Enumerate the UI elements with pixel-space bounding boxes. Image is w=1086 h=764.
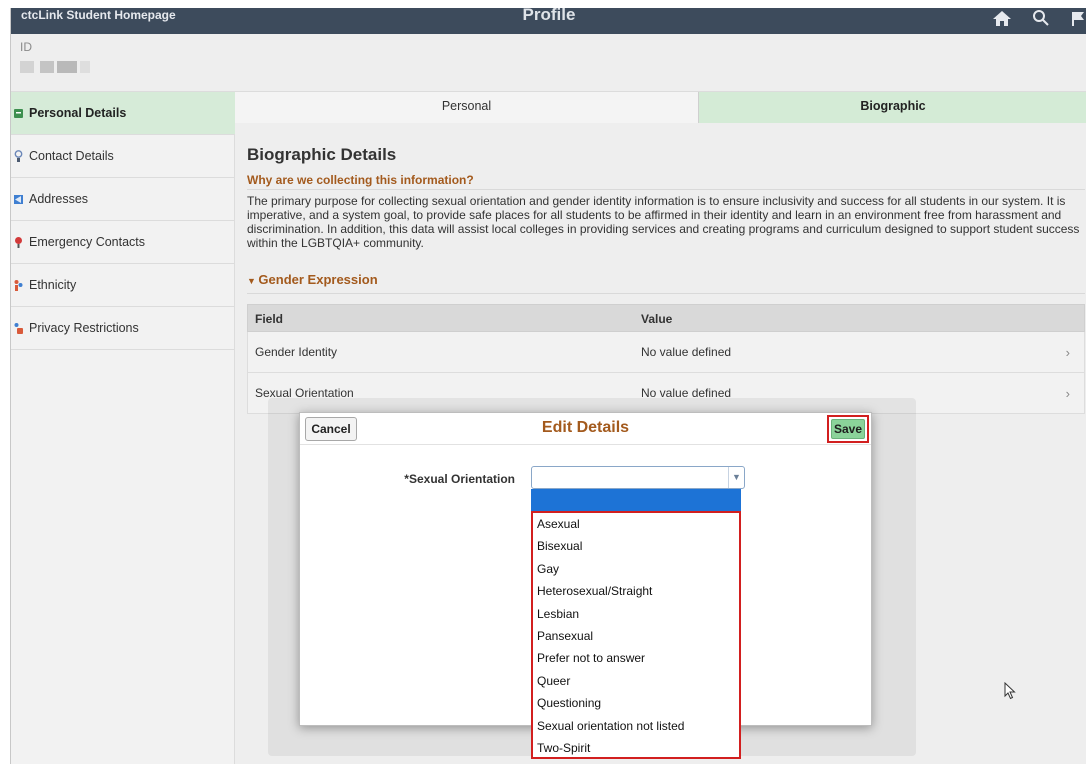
purpose-text: The primary purpose for collecting sexua…	[247, 194, 1080, 250]
sidebar-item-label: Emergency Contacts	[29, 235, 146, 249]
dropdown-option[interactable]: Asexual	[533, 513, 739, 535]
divider	[247, 293, 1085, 294]
sidebar-item-label: Ethnicity	[29, 278, 77, 292]
collapse-triangle-icon: ▼	[247, 276, 259, 286]
dropdown-option-blank[interactable]	[531, 489, 741, 511]
dropdown-option[interactable]: Questioning	[533, 692, 739, 714]
column-header-value: Value	[641, 312, 673, 326]
dropdown-option[interactable]: Lesbian	[533, 603, 739, 625]
grid-row-gender-identity[interactable]: Gender Identity No value defined ›	[247, 332, 1085, 373]
redacted-id-block	[40, 61, 54, 73]
contact-details-icon	[14, 149, 23, 162]
redacted-id-block	[57, 61, 77, 73]
sidebar-item-label: Personal Details	[29, 106, 127, 120]
dropdown-option[interactable]: Bisexual	[533, 535, 739, 557]
sidebar-item-emergency-contacts[interactable]: Emergency Contacts	[11, 221, 235, 264]
sidebar-nav: Personal Details Contact Details Address…	[11, 92, 235, 764]
gender-expression-toggle[interactable]: ▼ Gender Expression	[247, 272, 378, 287]
redacted-id-block	[20, 61, 34, 73]
flag-icon[interactable]	[1069, 10, 1086, 26]
sexual-orientation-select[interactable]: ▼	[531, 466, 745, 489]
profile-tabs: Personal Biographic	[235, 92, 1086, 123]
sidebar-item-personal-details[interactable]: Personal Details	[11, 92, 235, 135]
edit-details-modal: Cancel Edit Details Save *Sexual Orienta…	[299, 412, 872, 759]
dropdown-options-list: Asexual Bisexual Gay Heterosexual/Straig…	[531, 511, 741, 759]
save-button-highlight: Save	[827, 415, 869, 443]
sidebar-item-label: Contact Details	[29, 149, 114, 163]
student-id-bar: ID	[11, 34, 1086, 92]
ethnicity-icon	[14, 279, 23, 291]
personal-details-icon	[14, 108, 23, 118]
sexual-orientation-dropdown: Asexual Bisexual Gay Heterosexual/Straig…	[531, 489, 741, 759]
dropdown-option[interactable]: Heterosexual/Straight	[533, 580, 739, 602]
gender-expression-label: Gender Expression	[258, 272, 378, 287]
modal-header: Cancel Edit Details Save	[300, 413, 871, 445]
sidebar-item-privacy-restrictions[interactable]: Privacy Restrictions	[11, 307, 235, 350]
column-header-field: Field	[255, 312, 284, 326]
dropdown-option[interactable]: Gay	[533, 558, 739, 580]
mouse-cursor-icon	[1004, 682, 1016, 700]
chevron-right-icon: ›	[1065, 386, 1070, 401]
field-value: No value defined	[641, 345, 732, 359]
dropdown-option[interactable]: Two-Spirit	[533, 737, 739, 759]
sidebar-item-label: Addresses	[29, 192, 89, 206]
emergency-contacts-icon	[15, 236, 22, 248]
header-banner: ctcLink Student Homepage Profile	[11, 8, 1086, 34]
chevron-down-icon: ▼	[728, 467, 744, 488]
tab-personal[interactable]: Personal	[235, 92, 699, 123]
why-collecting-heading: Why are we collecting this information?	[247, 173, 474, 187]
dropdown-option[interactable]: Queer	[533, 670, 739, 692]
sidebar-item-ethnicity[interactable]: Ethnicity	[11, 264, 235, 307]
home-icon[interactable]	[992, 10, 1012, 26]
search-icon[interactable]	[1031, 10, 1051, 26]
addresses-icon	[14, 194, 23, 204]
sexual-orientation-label: *Sexual Orientation	[404, 472, 515, 486]
id-label: ID	[20, 40, 32, 54]
tab-biographic[interactable]: Biographic	[699, 92, 1086, 123]
page-title: Profile	[522, 8, 576, 24]
privacy-restrictions-icon	[14, 322, 23, 334]
sidebar-item-label: Privacy Restrictions	[29, 321, 139, 335]
redacted-id-block	[80, 61, 90, 73]
section-title: Biographic Details	[247, 145, 397, 164]
divider	[247, 189, 1085, 190]
field-name: Gender Identity	[255, 345, 338, 359]
grid-header: Field Value	[247, 304, 1085, 332]
dropdown-option[interactable]: Sexual orientation not listed	[533, 715, 739, 737]
modal-title: Edit Details	[541, 419, 630, 436]
chevron-right-icon: ›	[1065, 345, 1070, 360]
sidebar-item-addresses[interactable]: Addresses	[11, 178, 235, 221]
dropdown-option[interactable]: Pansexual	[533, 625, 739, 647]
save-button[interactable]: Save	[831, 419, 865, 439]
sidebar-item-contact-details[interactable]: Contact Details	[11, 135, 235, 178]
dropdown-option[interactable]: Prefer not to answer	[533, 647, 739, 669]
